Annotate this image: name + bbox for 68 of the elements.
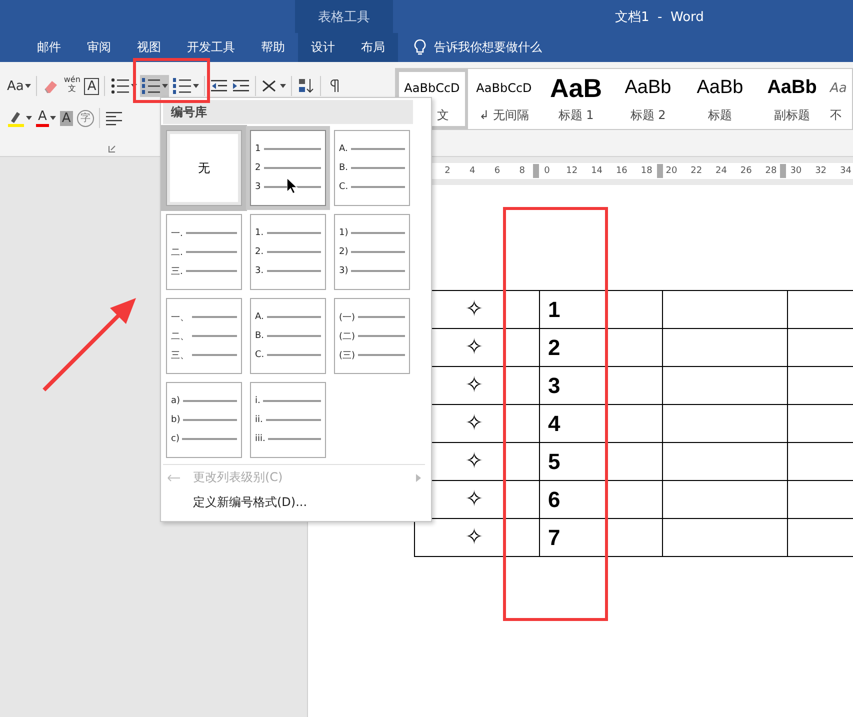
ribbon-tab[interactable]: 审阅: [74, 33, 124, 62]
style-name: 标题: [708, 107, 732, 124]
style-preview: AaBb: [767, 76, 817, 100]
style-item[interactable]: AaBb 标题: [684, 69, 756, 129]
style-name: ↲ 无间隔: [479, 107, 529, 124]
ruler-number: 0: [544, 165, 550, 177]
ribbon-tab[interactable]: 邮件: [24, 33, 74, 62]
style-name: 标题 2: [630, 107, 666, 124]
style-name: 标题 1: [558, 107, 594, 124]
ribbon-tab[interactable]: 视图: [124, 33, 174, 62]
ruler-number: 34: [840, 165, 852, 177]
style-item[interactable]: AaBb 标题 2: [612, 69, 684, 129]
table-cell: 3: [540, 367, 663, 405]
style-preview: AaBb: [624, 76, 672, 100]
style-item[interactable]: AaBbCcD ↲ 无间隔: [468, 69, 540, 129]
style-preview: Aa: [830, 80, 847, 98]
window-title: 文档1 - Word: [614, 8, 704, 26]
table-cell: 6: [540, 481, 663, 519]
style-preview: AaB: [550, 73, 602, 103]
phonetic-guide-button[interactable]: wén 文: [62, 75, 82, 97]
ruler-number: 4: [469, 165, 476, 177]
table-cell: 4: [540, 405, 663, 443]
table-cell: 2: [540, 329, 663, 367]
style-name: 文: [437, 107, 449, 124]
style-name: 副标题: [774, 107, 810, 124]
style-preview: AaBb: [696, 76, 744, 100]
ruler-number: 16: [616, 165, 628, 177]
ribbon-tab[interactable]: 帮助: [248, 33, 298, 62]
ruler-number: 20: [666, 165, 678, 177]
style-item[interactable]: AaB 标题 1: [540, 69, 612, 129]
ruler-number: 18: [640, 165, 652, 177]
change-case-button[interactable]: Aa: [6, 75, 32, 97]
style-preview: AaBbCcD: [404, 80, 460, 97]
ruler-number: 32: [815, 165, 827, 177]
ruler-number: 26: [740, 165, 752, 177]
numbering-format[interactable]: 1) 2) 3): [334, 214, 410, 290]
ribbon-tab[interactable]: 布局: [348, 33, 398, 62]
numbering-format[interactable]: A. B. C.: [250, 298, 326, 374]
character-border-button[interactable]: A: [83, 75, 100, 97]
ruler-number: 8: [519, 165, 525, 177]
font-color-button[interactable]: A: [35, 107, 57, 129]
context-tab-label: 表格工具: [295, 0, 393, 33]
ruler-number: 6: [494, 165, 500, 177]
style-item[interactable]: AaBb 副标题: [756, 69, 828, 129]
numbering-format[interactable]: a) b) c): [166, 382, 242, 458]
tell-me-field[interactable]: 告诉我你想要做什么: [434, 39, 542, 56]
menu-header: 编号库: [163, 100, 413, 124]
numbering-format[interactable]: A. B. C.: [334, 130, 410, 206]
ruler-number: 12: [566, 165, 578, 177]
ribbon-tab[interactable]: 开发工具: [174, 33, 248, 62]
ruler-number: 30: [790, 165, 802, 177]
numbering-format[interactable]: 一、 二、 三、: [166, 298, 242, 374]
numbering-format[interactable]: i. ii. iii.: [250, 382, 326, 458]
style-name: 不: [830, 107, 842, 124]
numbering-format[interactable]: 一. 二. 三.: [166, 214, 242, 290]
ruler-number: 24: [716, 165, 727, 177]
ruler-number: 22: [690, 165, 702, 177]
ruler-number: 14: [591, 165, 603, 177]
table-cell: 1: [540, 291, 663, 329]
numbering-format[interactable]: 1. 2. 3.: [250, 214, 326, 290]
style-preview: AaBbCcD: [476, 80, 532, 97]
style-item[interactable]: Aa 不: [828, 69, 852, 129]
ruler-number: 28: [765, 165, 777, 177]
ribbon-tab[interactable]: 设计: [298, 33, 348, 62]
table-cell: 7: [540, 519, 663, 557]
ruler-number: 2: [444, 165, 450, 177]
numbering-format[interactable]: (一) (二) (三): [334, 298, 410, 374]
table-cell: 5: [540, 443, 663, 481]
